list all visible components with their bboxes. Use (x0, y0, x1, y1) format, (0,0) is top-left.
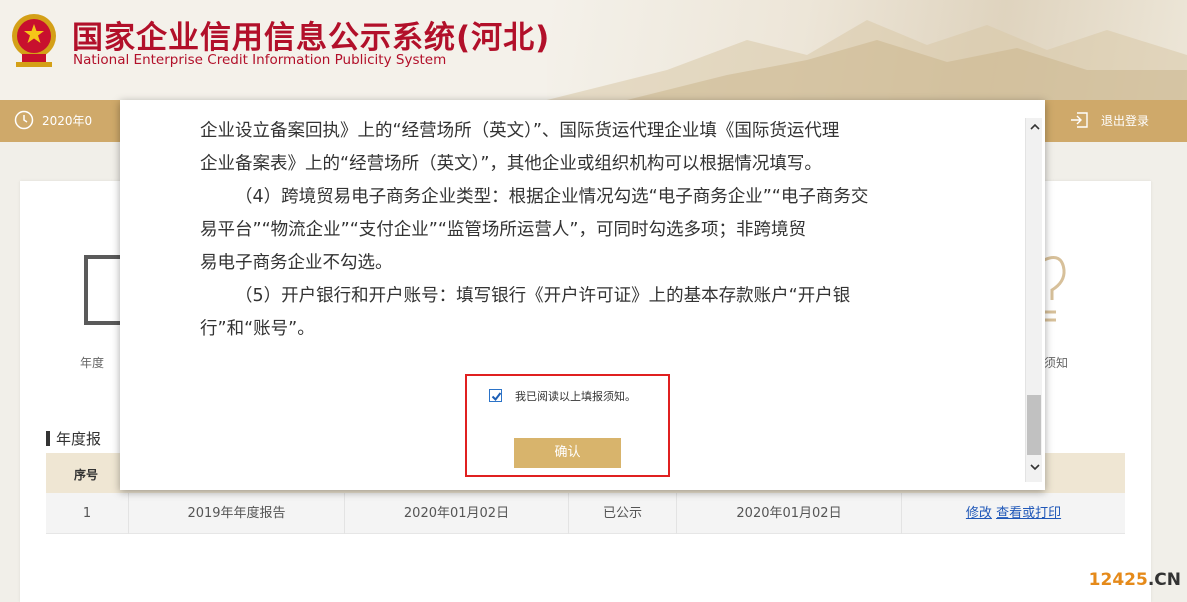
cell-report: 2019年年度报告 (129, 493, 345, 534)
table-header-index: 序号 (74, 468, 99, 482)
mountain-banner (547, 0, 1187, 100)
site-subtitle: National Enterprise Credit Information P… (73, 52, 447, 68)
annual-report-label: 年度 (80, 356, 105, 370)
scroll-down-icon[interactable] (1030, 462, 1040, 472)
clock-icon (14, 110, 34, 130)
confirm-highlight: 我已阅读以上填报须知。 确认 (465, 374, 670, 477)
nav-date-text: 2020年0 (42, 113, 93, 128)
notice-line: （5）开户银行和开户账号：填写银行《开户许可证》上的基本存款账户“开户银 (235, 286, 851, 306)
edit-link[interactable]: 修改 (966, 506, 992, 521)
logout-label: 退出登录 (1100, 113, 1149, 128)
watermark: 12425.CN (1089, 570, 1181, 590)
scroll-up-icon[interactable] (1030, 122, 1040, 132)
notice-line: （4）跨境贸易电子商务企业类型：根据企业情况勾选“电子商务企业”“电子商务交 (235, 187, 869, 207)
confirm-button[interactable]: 确认 (514, 438, 621, 468)
notice-label: 须知 (1044, 356, 1069, 370)
section-title-text: 年度报 (56, 430, 102, 448)
cell-publish-date: 2020年01月02日 (677, 493, 902, 534)
nav-date: 2020年0 (14, 110, 92, 130)
site-province: (河北) (456, 20, 551, 56)
notice-line: 行”和“账号”。 (200, 319, 315, 339)
logout-icon (1070, 112, 1088, 128)
scroll-thumb[interactable] (1027, 395, 1041, 455)
watermark-tld: CN (1154, 570, 1181, 590)
site-header: 国家企业信用信息公示系统(河北) National Enterprise Cre… (0, 0, 1187, 100)
notice-content: 企业设立备案回执》上的“经营场所（英文）”、国际货运代理企业填《国际货运代理 企… (200, 100, 940, 346)
notice-line: 企业设立备案回执》上的“经营场所（英文）”、国际货运代理企业填《国际货运代理 (200, 121, 840, 141)
section-bar (46, 431, 50, 446)
site-title: 国家企业信用信息公示系统(河北) (72, 12, 550, 57)
logout-link[interactable]: 退出登录 (1069, 111, 1149, 129)
notice-line: 易平台”“物流企业”“支付企业”“监管场所运营人”，可同时勾选多项；非跨境贸 (200, 220, 806, 240)
report-icon (84, 255, 124, 325)
section-title: 年度报 (46, 428, 101, 449)
cell-status: 已公示 (569, 493, 677, 534)
notice-line: 易电子商务企业不勾选。 (200, 253, 393, 273)
checkmark-icon (491, 392, 502, 402)
read-notice-checkbox[interactable] (489, 389, 502, 402)
cell-actions: 修改 查看或打印 (902, 493, 1125, 534)
cell-submit-date: 2020年01月02日 (345, 493, 569, 534)
national-emblem-icon (12, 14, 56, 67)
table-row: 1 2019年年度报告 2020年01月02日 已公示 2020年01月02日 … (46, 493, 1125, 534)
read-notice-label: 我已阅读以上填报须知。 (515, 390, 636, 403)
notice-line: 企业备案表》上的“经营场所（英文）”，其他企业或组织机构可以根据情况填写。 (200, 154, 822, 174)
view-print-link[interactable]: 查看或打印 (996, 506, 1061, 521)
cell-index: 1 (46, 493, 129, 534)
site-title-text: 国家企业信用信息公示系统 (72, 20, 456, 56)
watermark-number: 12425 (1088, 570, 1148, 590)
